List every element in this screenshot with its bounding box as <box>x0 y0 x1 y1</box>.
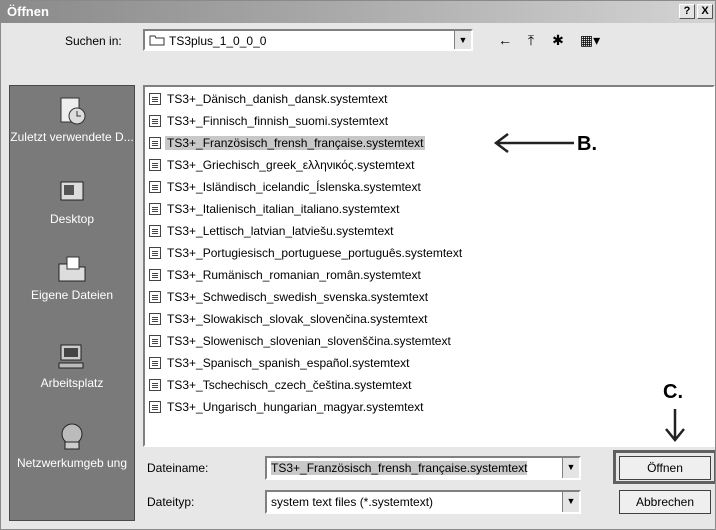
place-desktop-label: Desktop <box>49 212 95 226</box>
my-computer-icon <box>58 344 84 369</box>
my-documents-icon <box>58 256 86 282</box>
text-file-icon <box>149 291 161 303</box>
file-list[interactable]: TS3+_Dänisch_danish_dansk.systemtext TS3… <box>143 85 715 447</box>
help-button[interactable]: ? <box>679 4 695 19</box>
file-item[interactable]: TS3+_Tschechisch_czech_čeština.systemtex… <box>149 378 413 396</box>
open-button[interactable]: Öffnen <box>619 456 711 480</box>
file-item[interactable]: TS3+_Italienisch_italian_italiano.system… <box>149 202 401 220</box>
annotation-b-label: B. <box>577 133 597 155</box>
up-folder-icon[interactable]: ⤒ <box>521 31 541 49</box>
place-my-documents[interactable]: Eigene Dateien <box>10 254 134 302</box>
file-item[interactable]: TS3+_Schwedisch_swedish_svenska.systemte… <box>149 290 430 308</box>
look-in-dropdown[interactable]: TS3plus_1_0_0_0 ▼ <box>143 29 473 51</box>
text-file-icon <box>149 137 161 149</box>
look-in-label: Suchen in: <box>65 34 122 48</box>
file-item[interactable]: TS3+_Isländisch_icelandic_Íslenska.syste… <box>149 180 423 198</box>
place-recent[interactable]: Zuletzt verwendete D... <box>10 96 134 144</box>
file-item[interactable]: TS3+_Slowenisch_slovenian_slovenščina.sy… <box>149 334 453 352</box>
text-file-icon <box>149 181 161 193</box>
file-item[interactable]: TS3+_Finnisch_finnish_suomi.systemtext <box>149 114 390 132</box>
file-item[interactable]: TS3+_Dänisch_danish_dansk.systemtext <box>149 92 389 110</box>
text-file-icon <box>149 247 161 259</box>
file-item[interactable]: TS3+_Lettisch_latvian_latviešu.systemtex… <box>149 224 395 242</box>
text-file-icon <box>149 357 161 369</box>
filetype-label: Dateityp: <box>147 495 195 509</box>
chevron-down-icon[interactable]: ▼ <box>454 31 471 49</box>
text-file-icon <box>149 93 161 105</box>
chevron-down-icon[interactable]: ▼ <box>562 492 579 512</box>
filetype-value: system text files (*.systemtext) <box>271 495 434 509</box>
text-file-icon <box>149 379 161 391</box>
text-file-icon <box>149 335 161 347</box>
desktop-icon <box>60 181 84 201</box>
place-recent-label: Zuletzt verwendete D... <box>10 130 134 144</box>
file-item[interactable]: TS3+_Portugiesisch_portuguese_português.… <box>149 246 464 264</box>
file-item[interactable]: TS3+_Rumänisch_romanian_român.systemtext <box>149 268 423 286</box>
place-my-documents-label: Eigene Dateien <box>30 288 114 302</box>
filetype-dropdown[interactable]: system text files (*.systemtext) ▼ <box>265 490 581 514</box>
views-menu-icon[interactable]: ▦▾ <box>575 31 605 49</box>
text-file-icon <box>149 401 161 413</box>
text-file-icon <box>149 313 161 325</box>
new-folder-icon[interactable]: ✱ <box>547 31 569 49</box>
places-bar: Zuletzt verwendete D... Desktop Eigene D… <box>9 85 135 521</box>
network-icon <box>61 423 83 450</box>
filename-value[interactable]: TS3+_Französisch_frensh_française.system… <box>271 461 528 475</box>
title-bar[interactable]: Öffnen ? X <box>1 1 715 23</box>
annotation-c-label: C. <box>663 381 683 403</box>
open-file-dialog: Öffnen ? X Suchen in: TS3plus_1_0_0_0 ▼ … <box>0 0 716 530</box>
text-file-icon <box>149 159 161 171</box>
file-item[interactable]: TS3+_Griechisch_greek_ελληνικός.systemte… <box>149 158 416 176</box>
recent-documents-icon <box>60 97 86 125</box>
filename-field[interactable]: TS3+_Französisch_frensh_française.system… <box>265 456 581 480</box>
file-item[interactable]: TS3+_Spanisch_spanish_español.systemtext <box>149 356 411 374</box>
dialog-title: Öffnen <box>7 4 49 19</box>
folder-icon <box>149 35 165 46</box>
place-network[interactable]: Netzwerkumgeb ung <box>10 422 134 470</box>
cancel-button[interactable]: Abbrechen <box>619 490 711 514</box>
chevron-down-icon[interactable]: ▼ <box>562 458 579 478</box>
annotation-arrow-c <box>665 409 685 442</box>
close-button[interactable]: X <box>697 4 713 19</box>
text-file-icon <box>149 203 161 215</box>
filename-label: Dateiname: <box>147 461 209 475</box>
file-item[interactable]: TS3+_Slowakisch_slovak_slovenčina.system… <box>149 312 429 330</box>
text-file-icon <box>149 269 161 281</box>
place-my-computer-label: Arbeitsplatz <box>40 376 104 390</box>
place-desktop[interactable]: Desktop <box>10 178 134 226</box>
place-my-computer[interactable]: Arbeitsplatz <box>10 342 134 390</box>
place-network-label: Netzwerkumgeb ung <box>16 456 128 470</box>
text-file-icon <box>149 115 161 127</box>
annotation-arrow-b <box>493 133 574 153</box>
look-in-value: TS3plus_1_0_0_0 <box>149 34 266 48</box>
file-item[interactable]: TS3+_Ungarisch_hungarian_magyar.systemte… <box>149 400 425 418</box>
text-file-icon <box>149 225 161 237</box>
file-item-selected[interactable]: TS3+_Französisch_frensh_française.system… <box>149 136 426 154</box>
back-icon[interactable]: ← <box>495 31 515 49</box>
